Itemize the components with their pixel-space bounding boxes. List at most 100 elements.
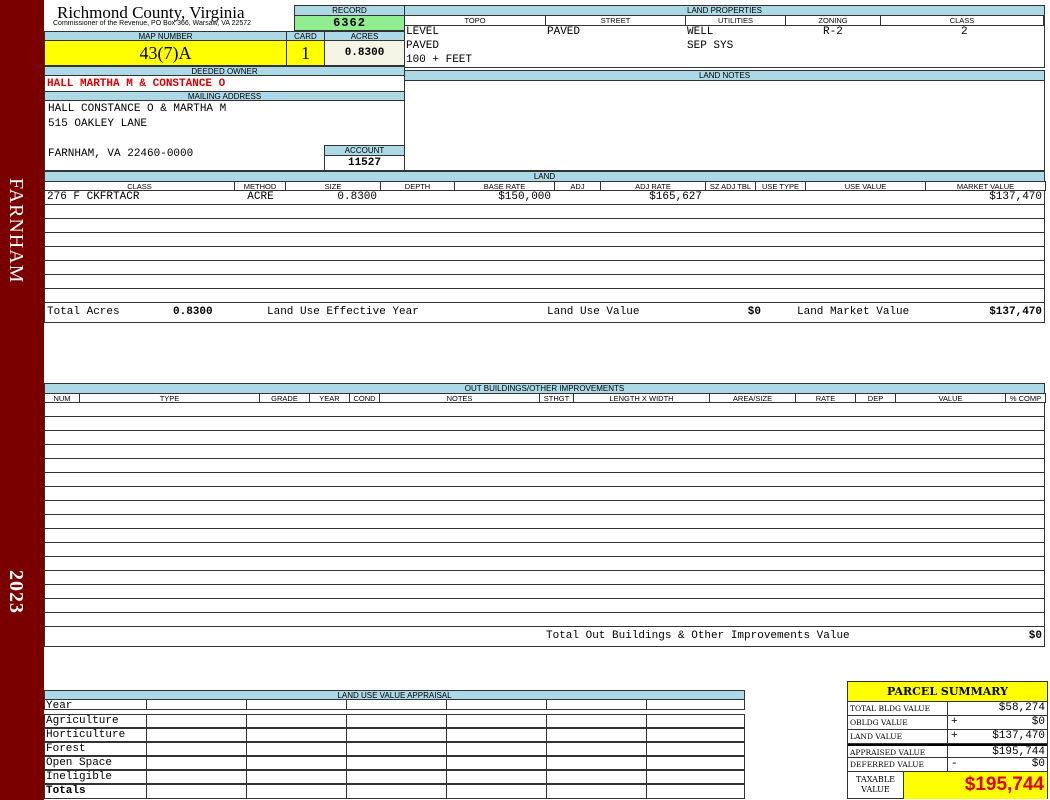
outbuildings-total-row: Total Out Buildings & Other Improvements… bbox=[44, 627, 1045, 647]
land-header: BASE RATE bbox=[454, 181, 555, 191]
summary-op: + bbox=[951, 730, 958, 742]
land-table: CLASS METHOD SIZE DEPTH BASE RATE ADJ ADJ RATE… bbox=[44, 181, 1046, 323]
land-use-cell bbox=[446, 757, 447, 769]
outbuildings-header: AREA/SIZE bbox=[709, 393, 796, 403]
topo-value: 100 + FEET bbox=[406, 54, 473, 66]
land-row bbox=[44, 219, 1045, 233]
summary-label: LAND VALUE bbox=[848, 730, 948, 743]
land-total-acres: 0.8300 bbox=[173, 306, 213, 318]
outbuildings-header: DEP bbox=[855, 393, 896, 403]
mailing-line-3: FARNHAM, VA 22460-0000 bbox=[48, 148, 194, 160]
outbuildings-row bbox=[44, 487, 1045, 501]
summary-op: - bbox=[951, 758, 958, 770]
land-use-row-label: Horticulture bbox=[46, 729, 126, 741]
land-use-row: Forest bbox=[44, 742, 745, 756]
land-header: METHOD bbox=[234, 181, 286, 191]
summary-value: $0 bbox=[1031, 716, 1045, 728]
outbuildings-header: YEAR bbox=[309, 393, 350, 403]
outbuildings-total-label: Total Out Buildings & Other Improvements… bbox=[546, 630, 850, 642]
street-value: PAVED bbox=[547, 26, 581, 38]
lp-header-utilities: UTILITIES bbox=[685, 15, 786, 26]
summary-row: OBLDG VALUE + $0 bbox=[848, 716, 1047, 730]
land-totals-row: Total Acres 0.8300 Land Use Effective Year… bbox=[44, 303, 1045, 323]
land-use-cell bbox=[646, 771, 647, 783]
record-value: 6362 bbox=[294, 15, 405, 31]
summary-label: DEFERRED VALUE bbox=[848, 758, 948, 771]
land-use-cell bbox=[546, 700, 547, 709]
land-use-cell bbox=[246, 729, 247, 741]
land-use-cell bbox=[146, 743, 147, 755]
outbuildings-row bbox=[44, 445, 1045, 459]
lp-header-class: CLASS bbox=[880, 15, 1044, 26]
outbuildings-header: % COMP bbox=[1005, 393, 1046, 403]
land-use-cell bbox=[546, 715, 547, 727]
land-use-cell bbox=[446, 771, 447, 783]
land-row bbox=[44, 275, 1045, 289]
land-header: MARKET VALUE bbox=[925, 181, 1046, 191]
topo-value: LEVEL bbox=[406, 26, 440, 38]
outbuildings-header: NUM bbox=[44, 393, 80, 403]
land-row bbox=[44, 247, 1045, 261]
land-use-cell bbox=[146, 757, 147, 769]
summary-row: APPRAISED VALUE $195,744 bbox=[848, 744, 1047, 758]
land-cell: $150,000 bbox=[498, 191, 551, 203]
outbuildings-header: LENGTH X WIDTH bbox=[573, 393, 710, 403]
summary-op: + bbox=[951, 716, 958, 728]
summary-label: OBLDG VALUE bbox=[848, 716, 948, 729]
card-value: 1 bbox=[286, 40, 325, 66]
land-total-eff-year-label: Land Use Effective Year bbox=[267, 306, 419, 318]
outbuildings-row bbox=[44, 501, 1045, 515]
land-use-cell bbox=[146, 785, 147, 798]
land-use-cell bbox=[346, 700, 347, 709]
land-cell: $165,627 bbox=[649, 191, 702, 203]
mailing-line-1: HALL CONSTANCE O & MARTHA M bbox=[48, 103, 227, 115]
land-notes-box bbox=[404, 80, 1045, 171]
land-use-row: Open Space bbox=[44, 756, 745, 770]
summary-label: TOTAL BLDG VALUE bbox=[848, 702, 948, 715]
land-header: USE TYPE bbox=[755, 181, 806, 191]
land-use-totals: Totals bbox=[44, 784, 745, 799]
land-use-row: Agriculture bbox=[44, 714, 745, 728]
outbuildings-row bbox=[44, 431, 1045, 445]
summary-row: TOTAL BLDG VALUE $58,274 bbox=[848, 702, 1047, 716]
land-header: CLASS bbox=[44, 181, 235, 191]
mailing-line-2: 515 OAKLEY LANE bbox=[48, 118, 148, 130]
lp-header-zoning: ZONING bbox=[785, 15, 881, 26]
summary-label: APPRAISED VALUE bbox=[848, 746, 948, 757]
class-value: 2 bbox=[961, 26, 968, 38]
parcel-summary: PARCEL SUMMARY TAXABLE VALUE $195,744 TO… bbox=[847, 681, 1048, 799]
outbuildings-row bbox=[44, 571, 1045, 585]
outbuildings-row bbox=[44, 599, 1045, 613]
outbuildings-row bbox=[44, 515, 1045, 529]
land-header: SIZE bbox=[285, 181, 381, 191]
land-use-row-label: Agriculture bbox=[46, 715, 119, 727]
land-use-cell bbox=[246, 771, 247, 783]
land-header: SZ ADJ TBL bbox=[705, 181, 756, 191]
land-cell: 276 F CKFRTACR bbox=[47, 191, 140, 203]
sidebar: FARNHAM 2023 bbox=[0, 0, 44, 800]
outbuildings-header: GRADE bbox=[259, 393, 310, 403]
topo-value: PAVED bbox=[406, 40, 440, 52]
outbuildings-header: TYPE bbox=[79, 393, 260, 403]
land-cell: ACRE bbox=[247, 191, 274, 203]
land-total-acres-label: Total Acres bbox=[47, 306, 120, 318]
outbuildings-row bbox=[44, 529, 1045, 543]
year-label: 2023 bbox=[5, 570, 27, 614]
land-total-use-value-label: Land Use Value bbox=[547, 306, 640, 318]
land-use-cell bbox=[546, 757, 547, 769]
land-use-cell bbox=[446, 729, 447, 741]
land-cell: 0.8300 bbox=[337, 191, 377, 203]
summary-value: $0 bbox=[1031, 758, 1045, 770]
land-use-row: Horticulture bbox=[44, 728, 745, 742]
land-row bbox=[44, 233, 1045, 247]
land-use-cell bbox=[146, 715, 147, 727]
outbuildings-row bbox=[44, 557, 1045, 571]
account-value: 11527 bbox=[324, 155, 405, 171]
outbuildings-row bbox=[44, 613, 1045, 627]
deeded-owner-value: HALL MARTHA M & CONSTANCE O bbox=[44, 75, 405, 92]
land-header: ADJ bbox=[554, 181, 601, 191]
outbuildings-header: VALUE bbox=[895, 393, 1006, 403]
land-use-cell bbox=[646, 785, 647, 798]
summary-value: $58,274 bbox=[998, 702, 1045, 714]
land-use-cell bbox=[446, 743, 447, 755]
